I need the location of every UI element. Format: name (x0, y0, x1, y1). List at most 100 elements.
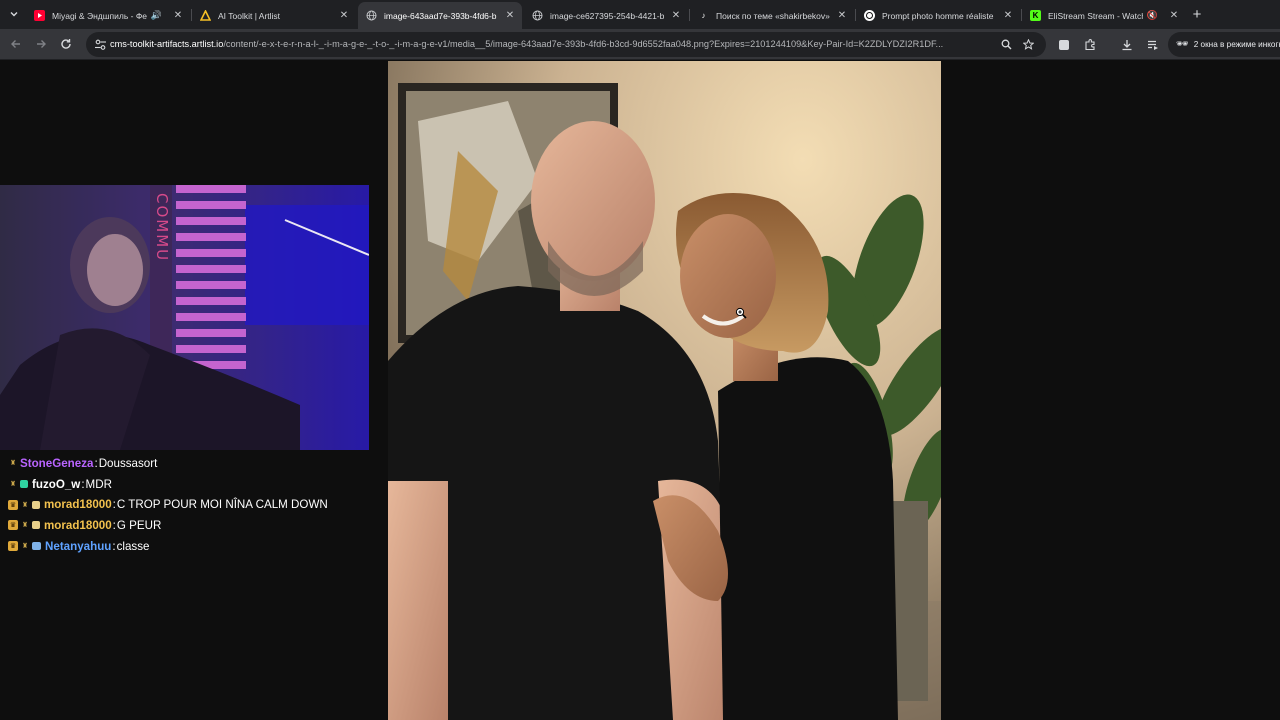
tab-title: Поиск по теме «shakirbekov» (716, 10, 830, 21)
chat-separator: : (94, 456, 98, 470)
gift-icon: ♜ (9, 481, 17, 489)
extensions-menu-button[interactable] (1081, 36, 1098, 53)
zoom-button[interactable] (998, 36, 1015, 53)
chat-separator: : (112, 518, 116, 532)
tab-kick[interactable]: K EliStream Stream - Watch L 🔇 ✕ (1022, 2, 1186, 29)
playlist-icon (1147, 40, 1158, 50)
url-host: cms-toolkit-artifacts.artlist.io (110, 39, 224, 49)
gift-icon: ♜ (21, 501, 29, 509)
tab-title: image-ce627395-254b-4421-b (550, 10, 665, 21)
browser-toolbar: cms-toolkit-artifacts.artlist.io/content… (0, 29, 1280, 60)
tab-image-2[interactable]: image-ce627395-254b-4421-b ✕ (524, 2, 688, 29)
downloads-button[interactable] (1118, 36, 1135, 53)
tiktok-icon: ♪ (701, 11, 706, 20)
tab-chatgpt[interactable]: Prompt photo homme réaliste ✕ (856, 2, 1020, 29)
zoom-icon (1001, 39, 1012, 50)
tab-image-active[interactable]: image-643aad7e-393b-4fd6-b ✕ (358, 2, 522, 29)
bookmark-button[interactable] (1020, 36, 1037, 53)
gift-icon: ♜ (9, 460, 17, 468)
incognito-icon: 🕶 (1176, 39, 1189, 50)
new-tab-button[interactable]: + (1188, 5, 1206, 23)
zoom-cursor-icon (735, 306, 747, 319)
incognito-label: 2 окна в режиме инкогнито (1193, 40, 1280, 49)
puzzle-icon (1084, 38, 1095, 50)
tab-title: EliStream Stream - Watch L (1048, 10, 1143, 21)
close-tab-icon[interactable]: ✕ (172, 10, 184, 22)
chatgpt-icon (864, 10, 875, 21)
tab-title: Miyagi & Эндшпиль - Фея (52, 10, 147, 21)
youtube-icon (34, 10, 45, 21)
tab-title: AI Toolkit | Artlist (218, 10, 281, 21)
chat-message: ♛ ♜ Netanyahuu : classe (8, 536, 378, 557)
bot-icon (32, 542, 41, 551)
chat-text: C TROP POUR MOI NÎNA CALM DOWN (116, 498, 328, 512)
incognito-indicator[interactable]: 🕶 2 окна в режиме инкогнито (1168, 32, 1280, 57)
streamer-webcam: COMMU (0, 185, 369, 450)
site-info-icon[interactable] (94, 38, 107, 51)
chevron-down-icon (10, 12, 18, 17)
sub-icon (32, 500, 40, 509)
chat-username[interactable]: fuzoO_w (32, 478, 80, 491)
globe-icon (366, 10, 377, 21)
chat-username[interactable]: morad18000 (44, 498, 112, 511)
chat-username[interactable]: morad18000 (44, 519, 112, 532)
forward-button[interactable] (31, 34, 51, 54)
gift-icon: ♜ (21, 543, 29, 551)
chat-text: MDR (85, 477, 112, 491)
close-tab-icon[interactable]: ✕ (338, 10, 350, 22)
webcam-sign-text: COMMU (153, 193, 171, 263)
webcam-feed-illustration (0, 185, 369, 450)
muted-speaker-icon[interactable]: 🔇 (1147, 10, 1158, 21)
chat-separator: : (112, 498, 116, 512)
chat-separator: : (81, 477, 85, 491)
tab-tiktok[interactable]: ♪ Поиск по теме «shakirbekov» ✕ (690, 2, 854, 29)
chat-text: Doussasort (98, 456, 158, 470)
page-content: COMMU ♜ StoneGeneza : Doussasort ♜ fuzoO… (0, 61, 1280, 720)
gem-icon (20, 480, 28, 489)
extension-button[interactable] (1055, 36, 1072, 53)
address-bar[interactable]: cms-toolkit-artifacts.artlist.io/content… (86, 32, 1046, 57)
chat-text: classe (116, 539, 150, 553)
arrow-right-icon (37, 40, 46, 48)
chat-text: G PEUR (116, 518, 162, 532)
download-icon (1122, 39, 1131, 50)
extension-badge-icon (1058, 39, 1069, 50)
tab-strip: Miyagi & Эндшпиль - Фея 🔊 ✕ AI Toolkit |… (0, 0, 1280, 29)
close-tab-icon[interactable]: ✕ (1168, 10, 1180, 22)
chat-message: ♜ StoneGeneza : Doussasort (8, 453, 378, 474)
tab-artlist[interactable]: AI Toolkit | Artlist ✕ (192, 2, 356, 29)
back-button[interactable] (6, 34, 26, 54)
chat-message: ♛ ♜ morad18000 : G PEUR (8, 515, 378, 536)
chat-message: ♜ fuzoO_w : MDR (8, 474, 378, 495)
chat-message: ♛ ♜ morad18000 : C TROP POUR MOI NÎNA CA… (8, 494, 378, 515)
chat-separator: : (112, 539, 116, 553)
reload-icon (61, 39, 71, 49)
globe-icon (532, 10, 543, 21)
artlist-icon (200, 10, 211, 21)
displayed-image[interactable] (388, 61, 941, 720)
stream-chat: ♜ StoneGeneza : Doussasort ♜ fuzoO_w : M… (8, 453, 378, 556)
url-text[interactable]: cms-toolkit-artifacts.artlist.io/content… (110, 32, 985, 57)
chat-username[interactable]: Netanyahuu (45, 540, 111, 553)
arrow-left-icon (11, 40, 20, 48)
url-path: /content/-e-x-t-e-r-n-a-l-_-i-m-a-g-e-_-… (223, 39, 944, 49)
tab-youtube[interactable]: Miyagi & Эндшпиль - Фея 🔊 ✕ (26, 2, 190, 29)
crown-icon: ♛ (8, 520, 18, 531)
tab-search-button[interactable] (4, 4, 24, 24)
sub-icon (32, 521, 40, 530)
couple-portrait-illustration (388, 61, 941, 720)
speaker-icon[interactable]: 🔊 (151, 10, 162, 21)
gift-icon: ♜ (21, 522, 29, 530)
close-tab-icon[interactable]: ✕ (836, 10, 848, 22)
reload-button[interactable] (56, 34, 76, 54)
close-tab-icon[interactable]: ✕ (670, 10, 682, 22)
media-controls-button[interactable] (1144, 36, 1161, 53)
kick-icon: K (1030, 10, 1041, 21)
chat-username[interactable]: StoneGeneza (20, 457, 93, 470)
close-tab-icon[interactable]: ✕ (1002, 10, 1014, 22)
tab-title: image-643aad7e-393b-4fd6-b (384, 10, 497, 21)
crown-icon: ♛ (8, 541, 18, 552)
close-tab-icon[interactable]: ✕ (504, 10, 516, 22)
tab-title: Prompt photo homme réaliste (882, 10, 994, 21)
crown-icon: ♛ (8, 499, 18, 510)
